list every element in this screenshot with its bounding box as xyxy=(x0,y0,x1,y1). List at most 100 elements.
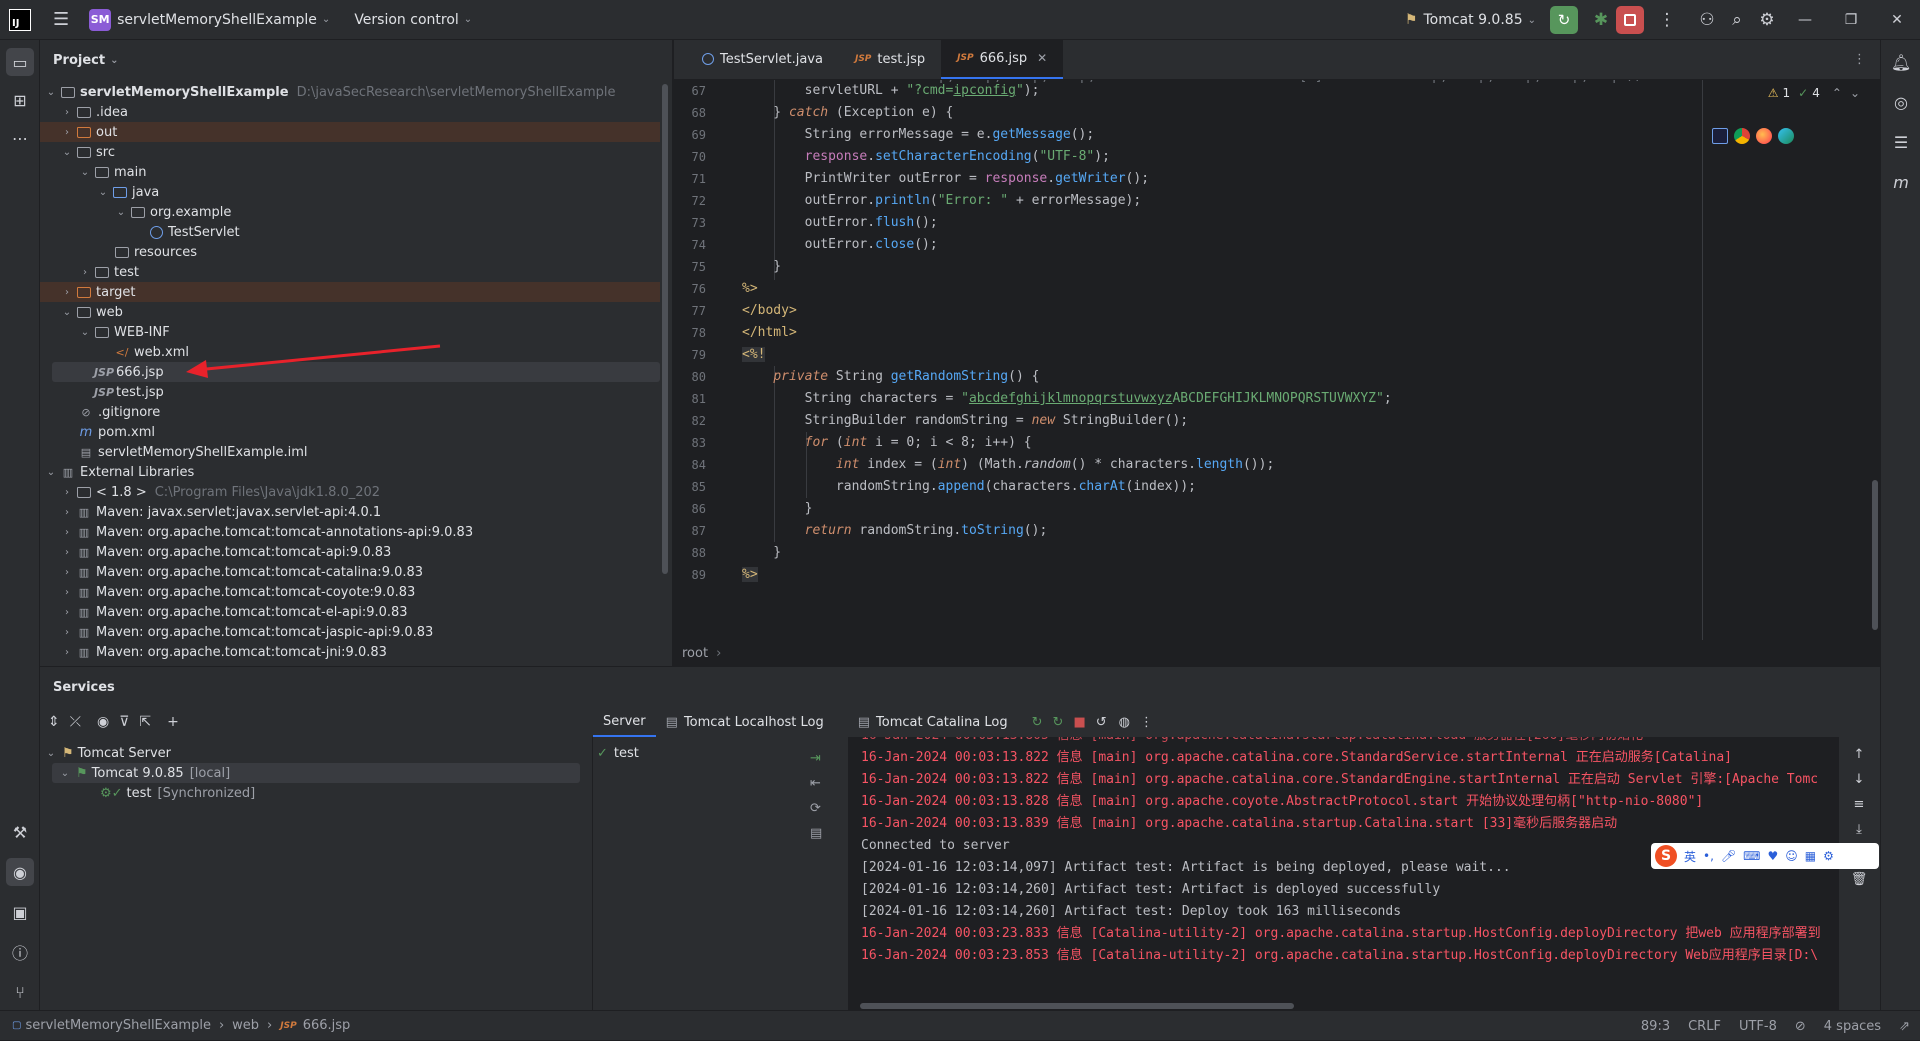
eye-icon[interactable]: ◉ xyxy=(97,714,109,730)
skin-icon[interactable]: ♥ xyxy=(1767,849,1778,863)
tree-item-gitignore[interactable]: ⊘ .gitignore xyxy=(40,402,660,422)
tree-item-java[interactable]: ⌄ java xyxy=(40,182,660,202)
console-horizontal-scrollbar[interactable] xyxy=(860,1003,1294,1009)
microphone-icon[interactable]: 🎤︎ xyxy=(1721,849,1736,863)
file-encoding[interactable]: UTF-8 xyxy=(1739,1019,1777,1034)
soft-wrap-icon[interactable]: ≡ xyxy=(1854,797,1865,812)
more-tools-icon[interactable]: ⋯ xyxy=(6,124,34,152)
lock-icon[interactable]: ⇗ xyxy=(1899,1019,1910,1034)
status-crumb[interactable]: 666.jsp xyxy=(303,1018,351,1033)
terminal-tool-icon[interactable]: ▣ xyxy=(6,898,34,926)
add-service-icon[interactable]: + xyxy=(167,714,179,730)
tree-item-pom-xml[interactable]: m pom.xml xyxy=(40,422,660,442)
update-icon[interactable]: ↻ xyxy=(1032,715,1043,730)
tree-item-library[interactable]: › ▥ Maven: javax.servlet:javax.servlet-a… xyxy=(40,502,660,522)
project-tool-icon[interactable]: ▭ xyxy=(6,48,34,76)
caret-position[interactable]: 89:3 xyxy=(1641,1019,1670,1034)
tree-item-iml[interactable]: ▤ servletMemoryShellExample.iml xyxy=(40,442,660,462)
collapse-all-icon[interactable]: ⤫ xyxy=(70,714,81,730)
stop-icon[interactable]: ■ xyxy=(1073,715,1085,730)
emoji-icon[interactable]: ☺ xyxy=(1785,849,1798,863)
tab-catalina-log[interactable]: ▤ Tomcat Catalina Log xyxy=(848,707,1018,737)
deployment-test[interactable]: ✓ test xyxy=(597,743,639,763)
status-crumb[interactable]: servletMemoryShellExample xyxy=(25,1018,211,1033)
expand-all-icon[interactable]: ⇕ xyxy=(48,714,60,730)
tree-item-external-libraries[interactable]: ⌄ ▥ External Libraries xyxy=(40,462,660,482)
debug-icon[interactable]: ✱ xyxy=(1586,10,1616,30)
services-tool-icon[interactable]: ◉ xyxy=(6,858,34,886)
readonly-toggle-icon[interactable]: ⊘ xyxy=(1795,1019,1806,1034)
status-crumb[interactable]: web xyxy=(232,1018,259,1033)
project-scrollbar[interactable] xyxy=(662,84,668,574)
close-tab-icon[interactable]: ✕ xyxy=(1037,51,1047,65)
tree-item-target[interactable]: › target xyxy=(40,282,660,302)
project-switcher[interactable]: servletMemoryShellExample xyxy=(117,12,317,28)
filter-icon[interactable]: ⊽ xyxy=(119,714,129,730)
tree-item-idea[interactable]: › .idea xyxy=(40,102,660,122)
restart-icon[interactable]: ↺ xyxy=(1096,715,1107,730)
indent-setting[interactable]: 4 spaces xyxy=(1824,1019,1881,1034)
tree-item-library[interactable]: › ▥ Maven: org.apache.tomcat:tomcat-jni:… xyxy=(40,642,660,662)
keyboard-icon[interactable]: ⌨ xyxy=(1743,849,1760,863)
more-actions-icon[interactable]: ⋮ xyxy=(1652,10,1682,30)
minimize-button[interactable]: — xyxy=(1782,12,1828,28)
code-area[interactable]: ServletName:&nbsp;&nbsp;&nbsp;&nbsp; + s… xyxy=(742,80,1842,640)
editor-breadcrumb[interactable]: root › xyxy=(682,640,721,666)
punctuation-icon[interactable]: •, xyxy=(1703,849,1714,863)
redeploy-icon[interactable]: ↻ xyxy=(1053,715,1064,730)
undeploy-icon[interactable]: ⇤ xyxy=(810,776,822,791)
tree-item-library[interactable]: › ▥ Maven: org.apache.tomcat:tomcat-api:… xyxy=(40,542,660,562)
database-icon[interactable]: ☰ xyxy=(1887,128,1915,156)
tree-item-library[interactable]: › ▥ Maven: org.apache.tomcat:tomcat-jasp… xyxy=(40,622,660,642)
tree-item-out[interactable]: › out xyxy=(40,122,660,142)
problems-tool-icon[interactable]: ⓘ xyxy=(6,938,34,966)
tree-item-org-example[interactable]: ⌄ org.example xyxy=(40,202,660,222)
editor-scrollbar[interactable] xyxy=(1872,480,1878,630)
restore-button[interactable]: ❐ xyxy=(1828,12,1874,28)
refresh-icon[interactable]: ⟳ xyxy=(810,801,822,816)
tree-item-jdk[interactable]: › < 1.8 > C:\Program Files\Java\jdk1.8.0… xyxy=(40,482,660,502)
maven-icon[interactable]: m xyxy=(1887,168,1915,196)
deploy-icon[interactable]: ⇥ xyxy=(810,751,822,766)
structure-tool-icon[interactable]: ⊞ xyxy=(6,86,34,114)
notifications-icon[interactable]: 🔔︎ xyxy=(1887,48,1915,76)
arrow-down-icon[interactable]: ↓ xyxy=(1854,772,1865,787)
ai-assistant-icon[interactable]: ◎ xyxy=(1887,88,1915,116)
tree-item-main[interactable]: ⌄ main xyxy=(40,162,660,182)
console-icon[interactable]: ▤ xyxy=(810,826,822,841)
close-window-button[interactable]: ✕ xyxy=(1874,12,1920,28)
build-tool-icon[interactable]: ⚒ xyxy=(6,818,34,846)
tab-666-jsp[interactable]: JSP 666.jsp ✕ xyxy=(941,39,1064,79)
more-actions-icon[interactable]: ⋮ xyxy=(1140,715,1153,730)
search-icon[interactable]: ⌕ xyxy=(1722,10,1752,30)
toolbox-icon[interactable]: ▦ xyxy=(1805,849,1816,863)
tree-root-servletMemoryShellExample[interactable]: ⌄ servletMemoryShellExample D:\javaSecRe… xyxy=(40,82,660,102)
arrow-up-icon[interactable]: ↑ xyxy=(1854,747,1865,762)
stop-button[interactable] xyxy=(1616,6,1644,34)
hamburger-menu-icon[interactable]: ☰ xyxy=(53,9,69,30)
service-tomcat-server[interactable]: ⌄ ⚑ Tomcat Server xyxy=(44,743,171,763)
tree-item-web[interactable]: ⌄ web xyxy=(40,302,660,322)
run-config-selector[interactable]: ⚑ Tomcat 9.0.85 ⌄ xyxy=(1405,12,1536,28)
service-artifact-test[interactable]: ⚙✓ test [Synchronized] xyxy=(100,783,255,803)
tree-item-resources[interactable]: resources xyxy=(40,242,660,262)
gear-icon[interactable]: ⚙ xyxy=(1752,10,1782,30)
rerun-button[interactable]: ↻ xyxy=(1550,6,1578,34)
tabs-more-icon[interactable]: ⋮ xyxy=(1853,52,1866,67)
tree-item-test[interactable]: › test xyxy=(40,262,660,282)
server-log-console[interactable]: 16-Jan-2024 00:03:13.805 信息 [main] org.a… xyxy=(849,737,1839,1011)
chevron-down-icon[interactable]: ⌄ xyxy=(1850,86,1860,100)
project-panel-header[interactable]: Project ⌄ xyxy=(40,40,672,80)
tree-item-library[interactable]: › ▥ Maven: org.apache.tomcat:tomcat-el-a… xyxy=(40,602,660,622)
git-tool-icon[interactable]: ⑂ xyxy=(6,978,34,1006)
tree-item-web-inf[interactable]: ⌄ WEB-INF xyxy=(40,322,660,342)
tab-test-jsp[interactable]: JSP test.jsp xyxy=(839,39,941,79)
ime-toolbar[interactable]: S 英 •, 🎤︎ ⌨ ♥ ☺ ▦ ⚙ xyxy=(1651,843,1879,869)
trash-icon[interactable]: 🗑︎ xyxy=(1851,872,1868,887)
add-user-icon[interactable]: ⚇ xyxy=(1692,10,1722,30)
scroll-to-end-icon[interactable]: ⤓ xyxy=(1856,822,1862,837)
tree-item-testservlet[interactable]: TestServlet xyxy=(40,222,660,242)
tree-item-library[interactable]: › ▥ Maven: org.apache.tomcat:tomcat-cata… xyxy=(40,562,660,582)
tab-testservlet-java[interactable]: TestServlet.java xyxy=(686,39,839,79)
tree-item-src[interactable]: ⌄ src xyxy=(40,142,660,162)
